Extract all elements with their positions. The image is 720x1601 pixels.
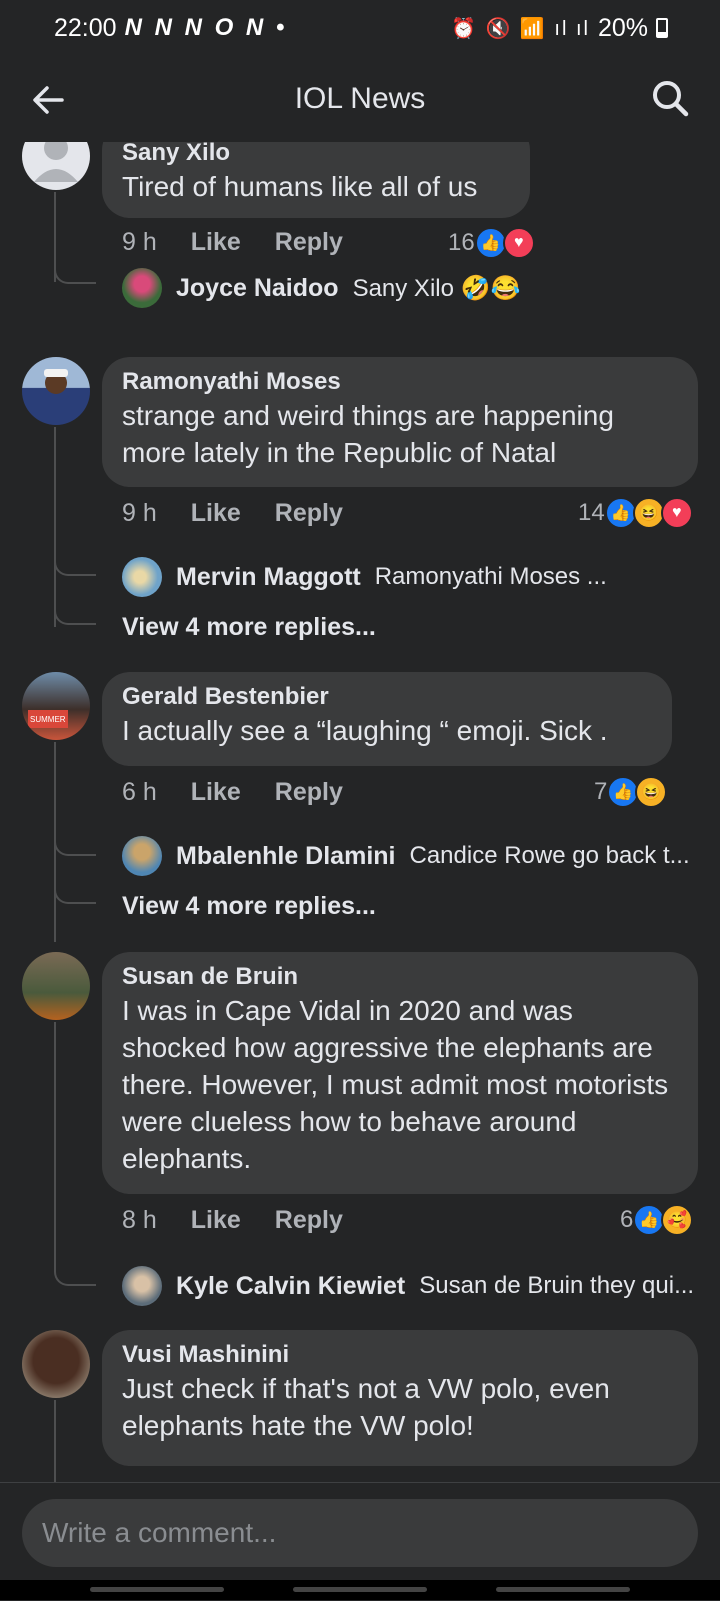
- reply-preview[interactable]: Kyle Calvin Kiewiet Susan de Bruin they …: [122, 1266, 694, 1306]
- system-nav-bar: [0, 1580, 720, 1600]
- avatar[interactable]: [22, 1330, 90, 1398]
- comments-list: Sany Xilo Tired of humans like all of us…: [0, 142, 720, 1482]
- reply-text: Susan de Bruin they qui...: [419, 1272, 695, 1299]
- reaction-count: 14: [578, 499, 605, 526]
- nav-recents-handle[interactable]: [90, 1587, 224, 1592]
- battery-icon: [656, 18, 668, 38]
- avatar[interactable]: [22, 952, 90, 1020]
- view-more-replies-link[interactable]: View 4 more replies...: [122, 892, 376, 921]
- reaction-summary[interactable]: 14 👍 😆 ♥: [578, 497, 693, 529]
- reaction-count: 7: [594, 778, 608, 805]
- like-reaction-icon: 👍: [604, 497, 637, 529]
- comment-author[interactable]: Vusi Mashinini: [122, 1340, 678, 1370]
- nav-home-handle[interactable]: [293, 1587, 427, 1592]
- back-arrow-icon[interactable]: [28, 80, 68, 120]
- comment-input[interactable]: Write a comment...: [22, 1499, 698, 1567]
- reply-connector: [54, 1264, 96, 1286]
- battery-percent: 20%: [597, 13, 648, 42]
- reply-button[interactable]: Reply: [275, 228, 343, 257]
- like-button[interactable]: Like: [191, 228, 241, 257]
- app-header: IOL News: [0, 56, 720, 142]
- comment-text: I was in Cape Vidal in 2020 and was shoc…: [122, 995, 669, 1174]
- avatar[interactable]: [22, 357, 90, 425]
- reaction-count: 16: [448, 229, 475, 256]
- comment-bubble[interactable]: Ramonyathi Moses strange and weird thing…: [102, 357, 698, 487]
- reply-connector: [54, 834, 96, 856]
- avatar[interactable]: [122, 1266, 162, 1306]
- like-button[interactable]: Like: [191, 778, 241, 807]
- comment-time: 9 h: [122, 228, 157, 256]
- comment-bubble[interactable]: Susan de Bruin I was in Cape Vidal in 20…: [102, 952, 698, 1194]
- reaction-summary[interactable]: 7 👍 😆: [594, 776, 668, 808]
- comment-bubble[interactable]: Vusi Mashinini Just check if that's not …: [102, 1330, 698, 1466]
- avatar[interactable]: [122, 268, 162, 308]
- reply-author[interactable]: Kyle Calvin Kiewiet: [176, 1272, 405, 1301]
- svg-text:SUMMER: SUMMER: [30, 715, 66, 724]
- nav-back-handle[interactable]: [496, 1587, 630, 1592]
- comment-author[interactable]: Ramonyathi Moses: [122, 367, 678, 397]
- search-icon[interactable]: [650, 78, 690, 118]
- page-title: IOL News: [294, 82, 426, 115]
- reply-connector: [54, 554, 96, 576]
- reply-text: Candice Rowe go back t...: [409, 842, 690, 869]
- comment-bubble[interactable]: Sany Xilo Tired of humans like all of us: [102, 142, 530, 218]
- comment-actions: 9 h Like Reply: [122, 499, 343, 528]
- reply-button[interactable]: Reply: [275, 778, 343, 807]
- reply-preview[interactable]: Mbalenhle Dlamini Candice Rowe go back t…: [122, 836, 690, 876]
- comment-author[interactable]: Gerald Bestenbier: [122, 682, 652, 712]
- reply-connector: [54, 603, 96, 625]
- comment-time: 8 h: [122, 1206, 157, 1234]
- love-reaction-icon: ♥: [660, 497, 693, 529]
- care-reaction-icon: 🥰: [661, 1204, 694, 1236]
- avatar[interactable]: [122, 836, 162, 876]
- comment-text: Tired of humans like all of us: [122, 171, 478, 202]
- thread-line: [54, 1022, 56, 1272]
- notification-icons: N N N O N •: [124, 14, 288, 41]
- thread-line: [54, 1400, 56, 1482]
- reply-author[interactable]: Mbalenhle Dlamini: [176, 842, 395, 871]
- reaction-count: 6: [620, 1206, 634, 1233]
- reply-connector: [54, 262, 96, 284]
- love-reaction-icon: ♥: [502, 227, 535, 259]
- reply-text: Ramonyathi Moses ...: [374, 563, 607, 590]
- reply-button[interactable]: Reply: [275, 1206, 343, 1235]
- reply-button[interactable]: Reply: [275, 499, 343, 528]
- avatar[interactable]: [122, 557, 162, 597]
- reply-preview[interactable]: Joyce Naidoo Sany Xilo 🤣😂: [122, 268, 520, 308]
- view-more-replies-link[interactable]: View 4 more replies...: [122, 613, 376, 642]
- comment-text: I actually see a “laughing “ emoji. Sick…: [122, 715, 608, 746]
- reply-author[interactable]: Joyce Naidoo: [176, 274, 339, 303]
- reply-preview[interactable]: Mervin Maggott Ramonyathi Moses ...: [122, 557, 607, 597]
- haha-reaction-icon: 😆: [635, 776, 668, 808]
- comment-actions: 8 h Like Reply: [122, 1206, 343, 1235]
- reaction-summary[interactable]: 16 👍 ♥: [448, 227, 535, 259]
- reply-connector: [54, 882, 96, 904]
- comment-text: strange and weird things are happening m…: [122, 400, 614, 468]
- comment-author[interactable]: Susan de Bruin: [122, 962, 678, 992]
- comment-text: Just check if that's not a VW polo, even…: [122, 1373, 610, 1441]
- reaction-summary[interactable]: 6 👍 🥰: [620, 1204, 694, 1236]
- system-icons: ⏰ 🔇 📶 ıl ıl: [451, 17, 590, 40]
- comment-time: 9 h: [122, 499, 157, 527]
- thread-line: [54, 427, 56, 627]
- comment-actions: 6 h Like Reply: [122, 778, 343, 807]
- comment-author[interactable]: Sany Xilo: [122, 142, 510, 168]
- comment-actions: 9 h Like Reply: [122, 228, 343, 257]
- reply-text: Sany Xilo 🤣😂: [352, 274, 521, 302]
- comment-bubble[interactable]: Gerald Bestenbier I actually see a “laug…: [102, 672, 672, 766]
- like-button[interactable]: Like: [191, 1206, 241, 1235]
- reply-author[interactable]: Mervin Maggott: [176, 563, 361, 592]
- status-bar: 22:00 N N N O N • ⏰ 🔇 📶 ıl ıl 20%: [0, 0, 720, 56]
- avatar[interactable]: [22, 142, 90, 190]
- comment-time: 6 h: [122, 778, 157, 806]
- haha-reaction-icon: 😆: [632, 497, 665, 529]
- avatar[interactable]: SUMMER: [22, 672, 90, 740]
- like-reaction-icon: 👍: [474, 227, 507, 259]
- like-button[interactable]: Like: [191, 499, 241, 528]
- status-time: 22:00: [54, 13, 117, 42]
